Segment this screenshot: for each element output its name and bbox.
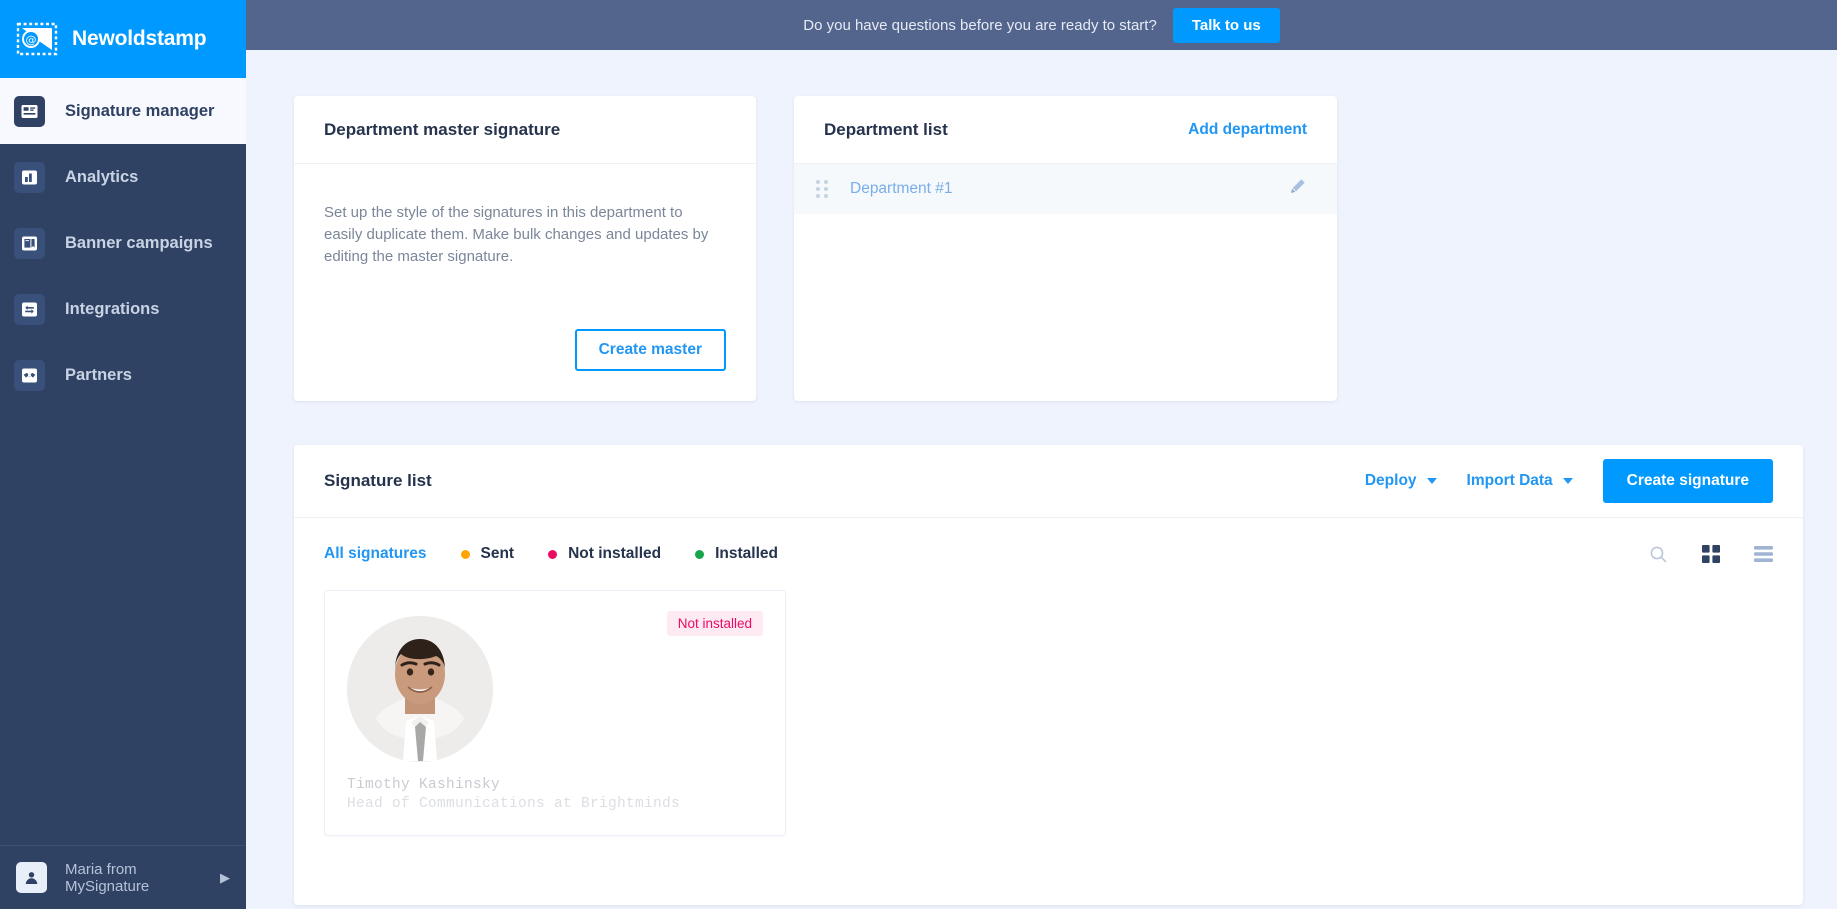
- status-dot-not-installed: [548, 549, 558, 559]
- topbar: Do you have questions before you are rea…: [246, 0, 1837, 50]
- department-row[interactable]: Department #1: [794, 164, 1337, 214]
- deploy-label: Deploy: [1364, 472, 1417, 489]
- filter-label: Installed: [715, 545, 778, 562]
- signature-grid: Not installed Timothy Kashinsky Head of …: [294, 590, 1803, 836]
- signature-filters-bar: All signatures Sent Not installed Instal…: [294, 518, 1803, 590]
- signature-person-name: Timothy Kashinsky: [347, 777, 501, 793]
- main-content: Department master signature Set up the s…: [246, 50, 1837, 909]
- add-department-link[interactable]: Add department: [1188, 121, 1307, 139]
- filter-label: Sent: [480, 545, 515, 562]
- filter-not-installed[interactable]: Not installed: [548, 545, 661, 563]
- import-data-label: Import Data: [1466, 472, 1553, 489]
- sidebar-item-label: Signature manager: [65, 101, 215, 120]
- signature-list-card: Signature list Deploy Import Data Create…: [294, 445, 1803, 905]
- status-dot-sent: [460, 549, 470, 559]
- brand-name: Newoldstamp: [72, 27, 207, 50]
- signature-list-title: Signature list: [324, 471, 432, 490]
- sidebar-item-label: Analytics: [65, 167, 139, 186]
- chat-widget[interactable]: Maria from MySignature ▶: [0, 845, 246, 909]
- sidebar: @ Newoldstamp Signature manager Analytic…: [0, 0, 246, 909]
- signature-list-actions: Deploy Import Data Create signature: [1365, 459, 1773, 503]
- sidebar-item-analytics[interactable]: Analytics: [0, 144, 246, 210]
- department-list-card: Department list Add department Departmen…: [794, 96, 1337, 401]
- filter-sent[interactable]: Sent: [460, 545, 515, 563]
- list-view-icon[interactable]: [1754, 546, 1773, 562]
- status-dot-installed: [695, 549, 705, 559]
- sidebar-nav: Signature manager Analytics Banner campa…: [0, 78, 246, 845]
- signature-person-role: Head of Communications at Brightminds: [347, 796, 681, 812]
- search-icon[interactable]: [1649, 545, 1668, 564]
- department-card-title: Department list: [824, 119, 948, 139]
- department-name[interactable]: Department #1: [850, 180, 1266, 198]
- drag-handle-icon[interactable]: [816, 180, 828, 198]
- filter-all-signatures[interactable]: All signatures: [324, 545, 427, 563]
- sidebar-item-label: Integrations: [65, 299, 160, 318]
- id-card-icon: [14, 95, 45, 127]
- master-card-description: Set up the style of the signatures in th…: [324, 204, 709, 265]
- pencil-icon[interactable]: [1288, 177, 1307, 201]
- signature-filter-tabs: All signatures Sent Not installed Instal…: [324, 545, 778, 563]
- top-cards-row: Department master signature Set up the s…: [294, 96, 1803, 401]
- sidebar-item-label: Banner campaigns: [65, 233, 213, 252]
- chat-widget-label: Maria from MySignature: [65, 860, 150, 895]
- status-badge: Not installed: [666, 611, 763, 636]
- topbar-message: Do you have questions before you are rea…: [803, 16, 1157, 34]
- stamp-envelope-at-icon: @: [16, 21, 58, 57]
- signature-list-header: Signature list Deploy Import Data Create…: [294, 445, 1803, 518]
- filter-label: Not installed: [568, 545, 662, 562]
- create-master-button[interactable]: Create master: [574, 329, 726, 371]
- banner-icon: [14, 227, 45, 259]
- master-card-footer: Create master: [324, 329, 726, 401]
- sidebar-item-signature-manager[interactable]: Signature manager: [0, 78, 246, 144]
- signature-card[interactable]: Not installed Timothy Kashinsky Head of …: [324, 590, 786, 836]
- master-card-body: Set up the style of the signatures in th…: [294, 164, 756, 401]
- master-card-title: Department master signature: [324, 119, 561, 139]
- sidebar-item-integrations[interactable]: Integrations: [0, 276, 246, 342]
- app-root: @ Newoldstamp Signature manager Analytic…: [0, 0, 1837, 909]
- signature-view-controls: [1649, 545, 1773, 564]
- deploy-dropdown-button[interactable]: Deploy: [1365, 472, 1437, 490]
- talk-to-us-button[interactable]: Talk to us: [1172, 7, 1280, 43]
- person-icon: [16, 862, 47, 893]
- department-rows: Department #1: [794, 164, 1337, 401]
- master-card-header: Department master signature: [294, 96, 756, 164]
- bar-chart-icon: [14, 161, 45, 193]
- chevron-right-icon[interactable]: ▶: [220, 870, 230, 886]
- import-data-dropdown-button[interactable]: Import Data: [1467, 472, 1573, 490]
- brand-logo-area[interactable]: @ Newoldstamp: [0, 0, 246, 78]
- sidebar-item-banner-campaigns[interactable]: Banner campaigns: [0, 210, 246, 276]
- department-card-header: Department list Add department: [794, 96, 1337, 164]
- sidebar-item-partners[interactable]: Partners: [0, 342, 246, 408]
- sidebar-item-label: Partners: [65, 365, 132, 384]
- handshake-icon: [14, 359, 45, 391]
- signature-meta: Timothy Kashinsky Head of Communications…: [347, 777, 680, 812]
- department-master-signature-card: Department master signature Set up the s…: [294, 96, 756, 401]
- filter-label: All signatures: [324, 545, 427, 562]
- exchange-arrows-icon: [14, 293, 45, 325]
- filter-installed[interactable]: Installed: [695, 545, 778, 563]
- create-signature-button[interactable]: Create signature: [1602, 459, 1773, 503]
- svg-text:@: @: [26, 34, 37, 47]
- chevron-down-icon: [1426, 478, 1437, 484]
- user-photo-avatar: [347, 616, 493, 762]
- grid-view-icon[interactable]: [1702, 545, 1720, 563]
- chevron-down-icon: [1562, 478, 1573, 484]
